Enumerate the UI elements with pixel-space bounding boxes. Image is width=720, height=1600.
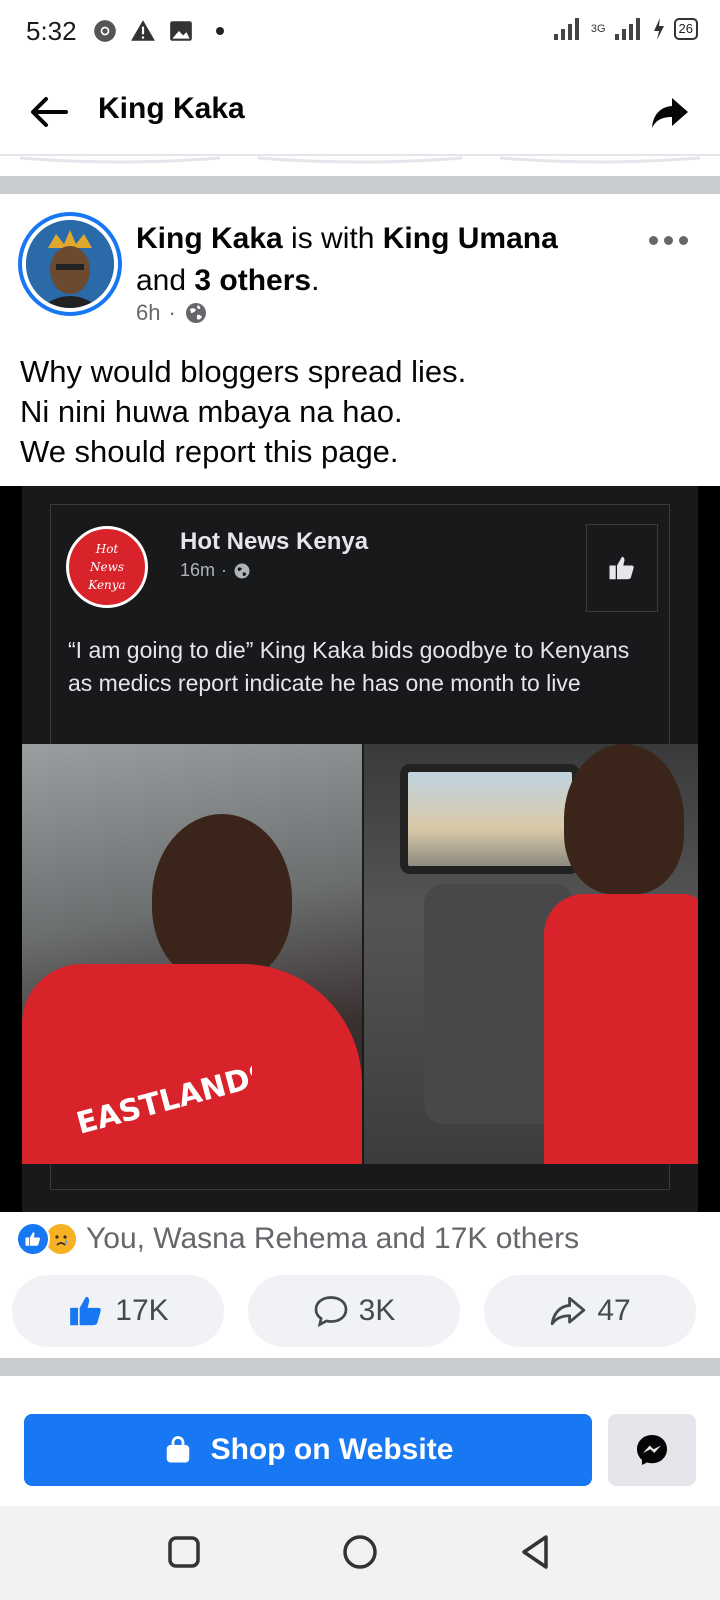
app-bar: King Kaka — [0, 66, 720, 156]
recents-icon[interactable] — [164, 1532, 204, 1572]
tagged-name[interactable]: King Umana — [383, 222, 558, 255]
shared-like-box — [586, 524, 658, 612]
section-divider — [0, 176, 720, 194]
share-button[interactable]: 47 — [484, 1275, 696, 1347]
logo-line: News — [89, 560, 125, 574]
author-name[interactable]: King Kaka — [136, 222, 283, 255]
like-reaction-icon — [16, 1222, 50, 1256]
thumbs-up-icon — [70, 1296, 102, 1326]
post-time[interactable]: 6h — [136, 300, 160, 326]
more-horizontal-icon[interactable] — [649, 236, 688, 245]
shared-post-meta: 16m · — [180, 560, 251, 581]
alert-triangle-icon — [131, 20, 155, 41]
share-outline-icon — [551, 1296, 586, 1326]
like-count: 17K — [115, 1294, 169, 1327]
messenger-icon — [637, 1435, 667, 1465]
share-count: 47 — [597, 1294, 631, 1327]
comment-button[interactable]: 3K — [248, 1275, 460, 1347]
logo-line: Kenya — [88, 578, 126, 592]
with-text: is with — [282, 222, 383, 255]
post-meta: 6h · — [136, 300, 208, 326]
signal-icon-2 — [614, 18, 640, 40]
home-icon[interactable] — [340, 1532, 380, 1572]
system-nav-bar — [0, 1506, 720, 1600]
page-title: King Kaka — [98, 92, 245, 125]
charging-icon — [653, 18, 664, 40]
hot-news-kenya-logo: Hot News Kenya — [66, 526, 148, 608]
post-author-line: King Kaka is with King Umana and 3 other… — [136, 218, 616, 302]
others-link[interactable]: 3 others — [194, 264, 311, 297]
reactions-summary[interactable]: You, Wasna Rehema and 17K others — [16, 1222, 579, 1256]
shop-on-website-button[interactable]: Shop on Website — [24, 1414, 592, 1486]
and-text: and — [136, 264, 195, 297]
comment-count: 3K — [358, 1294, 396, 1327]
back-nav-icon[interactable] — [516, 1532, 556, 1572]
network-type: 3G — [590, 23, 606, 35]
notification-icons — [92, 18, 224, 44]
shopping-bag-icon — [166, 1436, 189, 1463]
gallery-icon — [170, 21, 192, 41]
share-arrow-icon[interactable] — [650, 92, 690, 132]
like-button[interactable]: 17K — [12, 1275, 224, 1347]
thumbs-up-icon — [609, 556, 634, 580]
logo-line: Hot — [95, 542, 119, 556]
messenger-button[interactable] — [608, 1414, 696, 1486]
section-divider — [0, 1358, 720, 1376]
reaction-summary-text: You, Wasna Rehema and 17K others — [86, 1222, 580, 1255]
shared-post-time: 16m — [180, 560, 216, 580]
battery-indicator: 26 — [673, 18, 698, 40]
status-bar: 5:32 3G 26 — [0, 0, 720, 66]
post-text: Why would bloggers spread lies. Ni nini … — [20, 352, 466, 472]
author-avatar[interactable] — [18, 212, 122, 316]
status-dot — [216, 27, 224, 35]
chrome-icon — [94, 20, 116, 42]
status-right: 3G 26 — [553, 16, 698, 42]
post-text-line: We should report this page. — [20, 434, 399, 469]
hoodie-text: EASTLANDS — [73, 1056, 252, 1142]
photo-right — [364, 744, 698, 1164]
signal-icon — [553, 18, 579, 40]
shared-headline: “I am going to die” King Kaka bids goodb… — [68, 637, 630, 696]
comment-bubble-icon — [314, 1296, 347, 1328]
red-hoodie — [544, 894, 698, 1164]
shared-meta-separator: · — [221, 560, 228, 580]
globe-icon — [185, 303, 206, 323]
arrow-left-icon[interactable] — [26, 90, 70, 134]
car-window — [400, 764, 580, 874]
meta-separator: · — [168, 300, 176, 325]
person-face — [152, 814, 292, 984]
previous-card-edges — [19, 156, 701, 164]
shared-page-name: Hot News Kenya — [180, 528, 369, 555]
post-text-line: Why would bloggers spread lies. — [20, 354, 467, 389]
person-face — [564, 744, 684, 894]
post-text-line: Ni nini huwa mbaya na hao. — [20, 394, 403, 429]
globe-icon — [234, 563, 250, 578]
period-text: . — [311, 264, 320, 297]
photo-left: EASTLANDS — [22, 744, 362, 1164]
shop-button-label: Shop on Website — [210, 1433, 454, 1466]
avatar-illustration — [26, 220, 114, 308]
status-time: 5:32 — [26, 16, 77, 46]
hoodie-print: EASTLANDS — [73, 1056, 252, 1142]
